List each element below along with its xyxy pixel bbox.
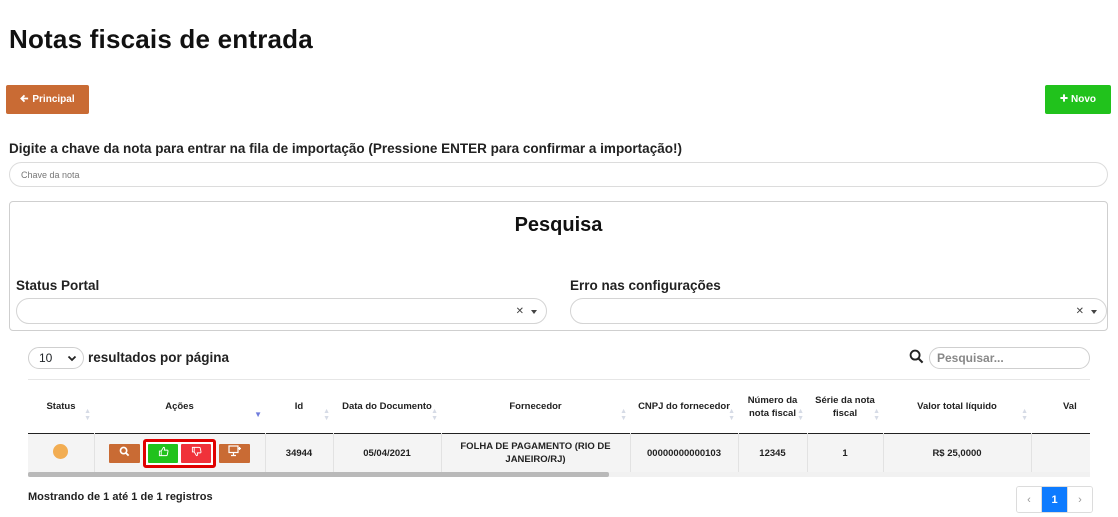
scrollbar-thumb[interactable]: [28, 472, 609, 477]
approve-button[interactable]: [148, 443, 178, 463]
table-search-input[interactable]: [929, 347, 1090, 369]
table-row: 34944 05/04/2021 FOLHA DE PAGAMENTO (RIO…: [28, 433, 1090, 473]
status-dot: [53, 443, 69, 459]
column-header-valor[interactable]: Valor total líquido ▲ ▼: [883, 380, 1031, 434]
id-cell: 34944: [265, 433, 334, 472]
column-header-label: CNPJ do fornecedor: [638, 401, 730, 412]
thumbs-up-icon: [158, 446, 169, 461]
chave-nota-input[interactable]: [9, 162, 1108, 187]
next-page-button[interactable]: ›: [1067, 487, 1092, 512]
principal-label: Principal: [32, 94, 75, 105]
page-length-select[interactable]: 10: [28, 347, 84, 369]
column-header-label: Status: [46, 401, 76, 412]
notas-table: Status ▲ ▼ Ações ▼ Id ▲ ▼ Data do Documento ▲ ▼…: [28, 379, 1090, 472]
erro-config-select[interactable]: ✕: [570, 298, 1107, 324]
page-length-label: resultados por página: [88, 350, 230, 365]
page-length-value: 10: [39, 351, 53, 365]
valor-cell: R$ 25,0000: [883, 433, 1032, 472]
prev-page-button[interactable]: ‹: [1017, 487, 1042, 512]
novo-label: Novo: [1071, 94, 1096, 105]
clear-icon[interactable]: ✕: [1076, 306, 1084, 317]
column-header-label: Ações: [165, 401, 194, 412]
column-header-data[interactable]: Data do Documento ▲ ▼: [333, 380, 441, 434]
status-portal-label: Status Portal: [16, 278, 100, 293]
reject-button[interactable]: [181, 443, 211, 463]
column-header-label: Fornecedor: [509, 401, 562, 412]
monitor-button[interactable]: [219, 443, 250, 463]
plus-icon: [1060, 94, 1068, 105]
column-header-label: Valor total líquido: [917, 401, 997, 412]
clear-icon[interactable]: ✕: [516, 306, 524, 317]
column-header-label: Data do Documento: [342, 401, 432, 412]
column-header-serie[interactable]: Série da nota fiscal ▲ ▼: [807, 380, 883, 434]
column-header-label: Série da nota fiscal: [815, 394, 875, 419]
status-portal-select[interactable]: ✕: [16, 298, 547, 324]
page-1-button[interactable]: 1: [1042, 487, 1067, 512]
approval-highlight: [143, 438, 216, 468]
chevron-down-icon: [67, 353, 77, 366]
sort-icon: ▲ ▼: [84, 408, 91, 422]
import-label: Digite a chave da nota para entrar na fi…: [9, 141, 682, 156]
sort-icon: ▲ ▼: [797, 408, 804, 422]
page-title: Notas fiscais de entrada: [9, 24, 313, 54]
chevron-down-icon: [1091, 310, 1097, 314]
column-header-status[interactable]: Status ▲ ▼: [28, 380, 94, 434]
sort-icon: ▲ ▼: [1021, 408, 1028, 422]
arrow-left-icon: [20, 94, 29, 106]
search-icon: [119, 446, 130, 461]
pagination: ‹ 1 ›: [1016, 486, 1093, 513]
column-header-label: Número da nota fiscal: [747, 394, 798, 419]
val-cell: [1031, 434, 1090, 473]
sort-desc-icon: ▼: [254, 410, 262, 419]
sort-icon: ▲ ▼: [323, 408, 330, 422]
novo-button[interactable]: Novo: [1045, 85, 1111, 114]
column-header-val[interactable]: Val: [1031, 380, 1090, 434]
horizontal-scrollbar[interactable]: [28, 472, 1090, 477]
data-cell: 05/04/2021: [333, 433, 442, 472]
view-button[interactable]: [109, 443, 140, 463]
search-icon: [909, 349, 924, 364]
search-panel-title: Pesquisa: [514, 214, 603, 236]
column-header-label: Val: [1063, 401, 1077, 412]
fornecedor-cell: FOLHA DE PAGAMENTO (RIO DE JANEIRO/RJ): [441, 433, 631, 472]
column-header-id[interactable]: Id ▲ ▼: [265, 380, 333, 434]
chevron-down-icon: [531, 310, 537, 314]
sort-icon: ▲ ▼: [728, 408, 735, 422]
column-header-fornecedor[interactable]: Fornecedor ▲ ▼: [441, 380, 630, 434]
table-container: Status ▲ ▼ Ações ▼ Id ▲ ▼ Data do Documento ▲ ▼…: [28, 379, 1090, 475]
serie-cell: 1: [807, 433, 884, 472]
search-panel: Pesquisa Status Portal ✕ Erro nas config…: [9, 201, 1108, 331]
status-cell: [28, 433, 95, 472]
column-header-acoes[interactable]: Ações ▼: [94, 380, 265, 434]
column-header-numero[interactable]: Número da nota fiscal ▲ ▼: [738, 380, 807, 434]
numero-cell: 12345: [738, 433, 808, 472]
table-info: Mostrando de 1 até 1 de 1 registros: [28, 491, 213, 503]
actions-cell: [94, 433, 266, 472]
principal-button[interactable]: Principal: [6, 85, 89, 114]
cnpj-cell: 00000000000103: [630, 433, 739, 472]
table-header-row: Status ▲ ▼ Ações ▼ Id ▲ ▼ Data do Documento ▲ ▼…: [28, 379, 1090, 434]
erro-config-label: Erro nas configurações: [570, 278, 721, 293]
column-header-label: Id: [294, 401, 304, 412]
thumbs-down-icon: [191, 446, 202, 461]
sort-icon: ▲ ▼: [873, 408, 880, 422]
sort-icon: ▲ ▼: [620, 408, 627, 422]
sort-icon: ▲ ▼: [431, 408, 438, 422]
column-header-cnpj[interactable]: CNPJ do fornecedor ▲ ▼: [630, 380, 738, 434]
monitor-icon: [227, 445, 242, 461]
